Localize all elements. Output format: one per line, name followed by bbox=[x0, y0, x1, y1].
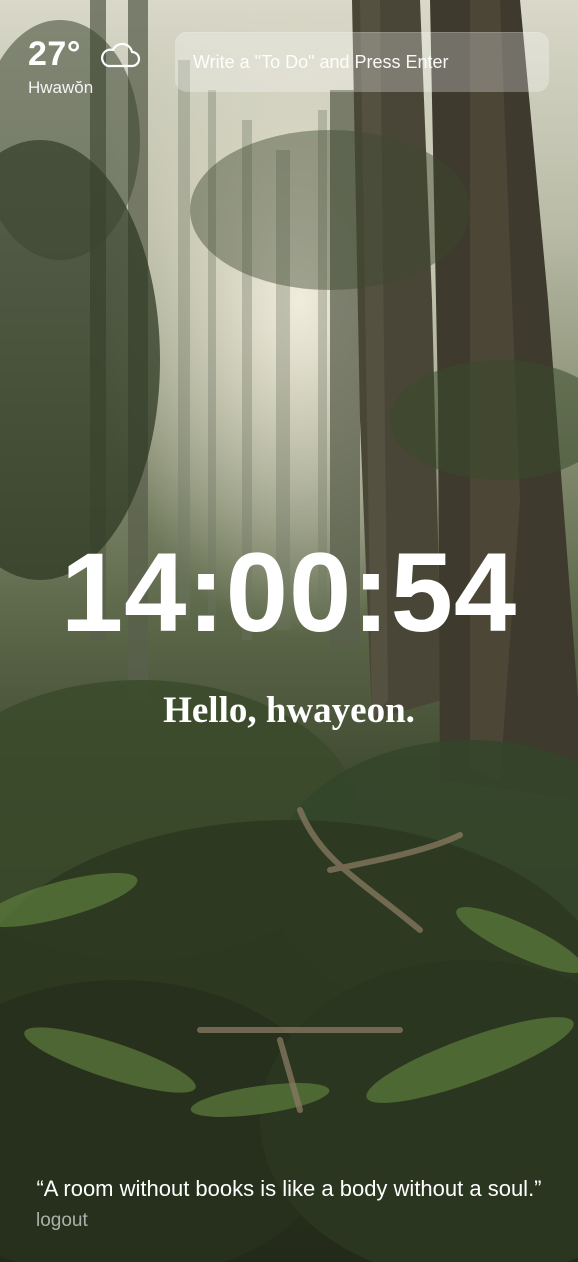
quote: “A room without books is like a body wit… bbox=[36, 1176, 542, 1201]
location-label: Hwawŏn bbox=[28, 78, 94, 97]
todo-form bbox=[175, 32, 549, 92]
todo-input[interactable] bbox=[175, 32, 549, 92]
temperature-label: 27° bbox=[28, 35, 81, 73]
weather-widget: 27° Hwawŏn bbox=[28, 36, 158, 100]
cloud-icon bbox=[98, 40, 142, 70]
clock: 14:00:54 bbox=[60, 530, 518, 655]
greeting: Hello, hwayeon. bbox=[163, 690, 415, 731]
logout-link[interactable]: logout bbox=[36, 1208, 88, 1234]
